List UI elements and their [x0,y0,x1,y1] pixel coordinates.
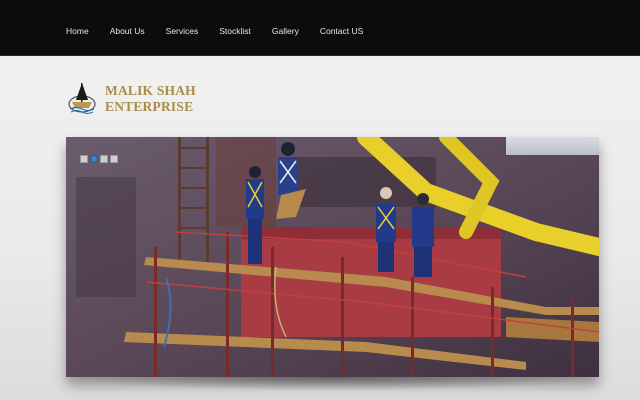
image-slider[interactable] [66,137,599,377]
main-nav: Home About Us Services Stocklist Gallery… [66,26,384,36]
slider-pagination [80,155,120,163]
nav-home[interactable]: Home [66,26,89,36]
nav-about-us[interactable]: About Us [110,26,145,36]
nav-services[interactable]: Services [166,26,199,36]
nav-stocklist[interactable]: Stocklist [219,26,251,36]
slider-dot-active[interactable] [90,155,98,163]
slider-dot[interactable] [100,155,108,163]
slide-image [66,137,599,377]
brand-name[interactable]: MALIK SHAH ENTERPRISE [105,83,196,115]
brand-line-2: ENTERPRISE [105,99,194,114]
slider-dot[interactable] [80,155,88,163]
nav-contact-us[interactable]: Contact US [320,26,363,36]
ship-logo-icon[interactable] [66,80,98,116]
slider-dot[interactable] [110,155,118,163]
top-nav-bar: Home About Us Services Stocklist Gallery… [0,0,640,56]
nav-gallery[interactable]: Gallery [272,26,299,36]
brand-line-1: MALIK SHAH [105,83,196,98]
slider-shadow [70,377,595,391]
